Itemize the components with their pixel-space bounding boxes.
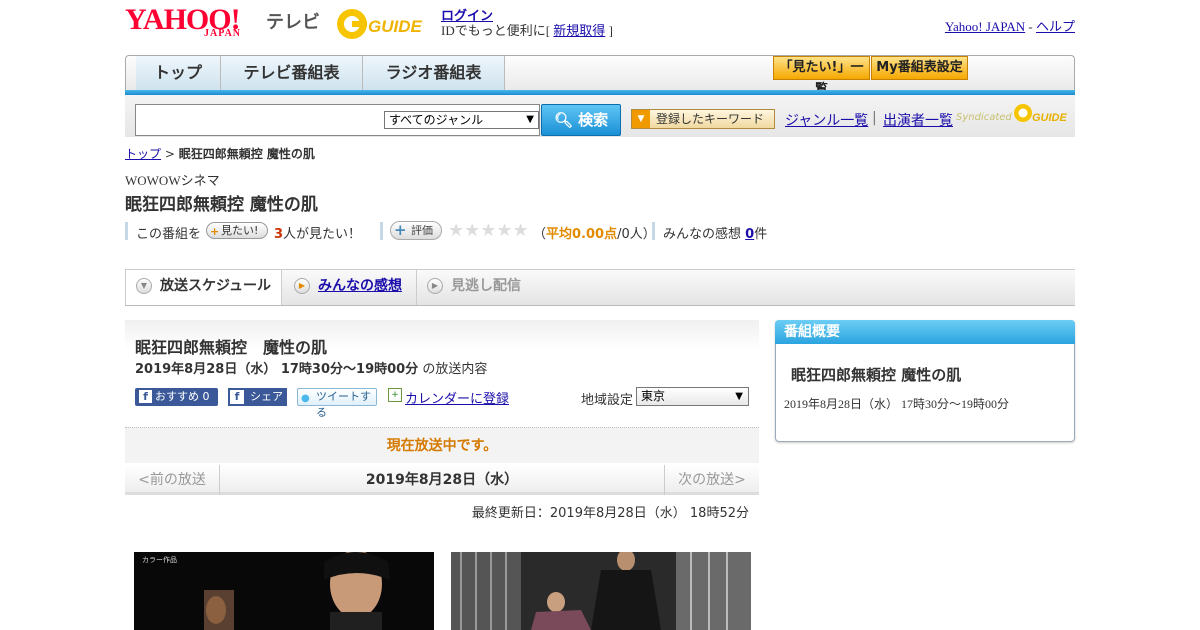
rate-button-label: 評価 [411, 224, 433, 237]
genre-list-link[interactable]: ジャンル一覧 [785, 110, 868, 130]
breadcrumb-top-link[interactable]: トップ [125, 147, 161, 161]
facebook-share-button[interactable]: f シェア [228, 388, 287, 406]
section-divider [125, 222, 128, 240]
region-select-value: 東京 [641, 389, 666, 403]
summary-program-title: 眠狂四郎無頼控 魔性の肌 [791, 366, 962, 384]
syndicated-label: Syndicated [956, 112, 1012, 123]
syndicated-gguide-logo: GUIDE [1014, 104, 1068, 124]
next-broadcast-link[interactable]: 次の放送> [664, 465, 759, 495]
review-label: みんなの感想 [663, 227, 742, 242]
calendar-register-link[interactable]: + カレンダーに登録 [388, 388, 509, 407]
average-score: （平均0.00点/0人） [533, 223, 656, 242]
calendar-register-label: カレンダーに登録 [405, 392, 510, 407]
tab-broadcast-schedule[interactable]: ▼ 放送スケジュール [125, 270, 282, 305]
help-link[interactable]: ヘルプ [1036, 19, 1075, 34]
calendar-plus-icon: + [388, 388, 402, 402]
want-list-button[interactable]: 「見たい!」一覧 [773, 56, 870, 97]
average-score-label: 平均0.00点 [546, 227, 618, 242]
want-prefix-text: この番組を [136, 227, 202, 242]
twitter-bird-icon: ● [301, 393, 310, 404]
want-suffix: 人が見たい！ [283, 227, 362, 242]
broadcast-suffix: の放送内容 [422, 362, 488, 377]
summary-broadcast-time: 2019年8月28日（水） 17時30分～19時00分 [784, 397, 1010, 411]
last-updated: 最終更新日：2019年8月28日（水） 18時52分 [471, 506, 749, 521]
rate-button[interactable]: + 評価 [390, 221, 442, 240]
yahoo-japan-link[interactable]: Yahoo! JAPAN [945, 19, 1025, 34]
plus-icon: + [394, 221, 407, 239]
gguide-logo-text: GUIDE [368, 17, 423, 36]
breadcrumb-separator: > [161, 147, 179, 161]
previous-broadcast-link[interactable]: <前の放送 [125, 465, 220, 495]
search-icon: 🔍︎ [553, 111, 573, 129]
breadcrumb: トップ > 眠狂四郎無頼控 魔性の肌 [125, 145, 315, 162]
facebook-recommend-label: おすすめ 0 [155, 390, 210, 403]
tab-label: 放送スケジュール [160, 278, 272, 294]
my-schedule-settings-button[interactable]: My番組表設定 [871, 56, 968, 80]
average-open: （ [533, 227, 547, 242]
current-broadcast-date: 2019年8月28日（水） [365, 472, 519, 488]
link-separator: | [872, 110, 877, 126]
program-title: 眠狂四郎無頼控 魔性の肌 [135, 338, 328, 357]
gguide-logo: GUIDE [337, 9, 423, 39]
tab-reviews[interactable]: ▶ みんなの感想 [284, 270, 417, 305]
broadcast-datetime: 2019年8月28日（水） 17時30分～19時00分 [135, 362, 419, 377]
program-summary-heading: 番組概要 [775, 320, 1075, 344]
syndicated-logo-text: GUIDE [1032, 112, 1068, 124]
registered-keyword-label: 登録したキーワード [656, 112, 765, 126]
tab-label: 見逃し配信 [451, 278, 521, 294]
search-button[interactable]: 🔍︎ 検索 [541, 104, 621, 136]
facebook-recommend-button[interactable]: f おすすめ 0 [135, 388, 218, 406]
tv-logo-text: テレビ [266, 12, 320, 33]
registered-keyword-button[interactable]: ▼ 登録したキーワード [631, 109, 775, 129]
channel-name: WOWOWシネマ [125, 173, 220, 188]
program-still-image-2 [451, 552, 751, 630]
facebook-share-label: シェア [250, 390, 283, 403]
search-button-label: 検索 [578, 111, 609, 129]
cast-list-link[interactable]: 出演者一覧 [883, 110, 953, 130]
tab-missed-stream[interactable]: ▶ 見逃し配信 [417, 270, 537, 305]
breadcrumb-current: 眠狂四郎無頼控 魔性の肌 [178, 147, 315, 161]
genre-select[interactable]: すべてのジャンル ▼ [384, 111, 539, 129]
review-summary: みんなの感想 0件 [663, 223, 767, 242]
dropdown-arrow-icon: ▼ [526, 114, 534, 125]
page-title: 眠狂四郎無頼控 魔性の肌 [125, 195, 318, 215]
top-right-links: Yahoo! JAPAN - ヘルプ [945, 16, 1075, 35]
yahoo-japan-subtext: JAPAN [204, 28, 242, 39]
program-still-image-1: カラー作品 [134, 552, 434, 630]
region-select[interactable]: 東京 ▼ [636, 387, 749, 406]
login-sub-prefix: IDでもっと便利に[ [441, 23, 551, 38]
facebook-icon: f [139, 390, 152, 403]
chevron-down-icon: ▼ [136, 278, 152, 294]
plus-icon: + [210, 225, 220, 238]
nav-tab-top[interactable]: トップ [136, 56, 221, 90]
nav-tab-radio-schedule[interactable]: ラジオ番組表 [363, 56, 505, 90]
region-label: 地域設定 [581, 393, 634, 408]
photo-caption: カラー作品 [142, 555, 177, 564]
review-unit: 件 [754, 227, 768, 242]
tweet-button[interactable]: ● ツイートする [297, 388, 377, 419]
star-rating-icons: ★★★★★ [448, 220, 529, 241]
average-rest: /0人） [617, 227, 656, 242]
signup-link[interactable]: 新規取得 [553, 23, 605, 38]
tab-label[interactable]: みんなの感想 [318, 278, 402, 294]
program-broadcast-time: 2019年8月28日（水） 17時30分～19時00分 の放送内容 [135, 358, 487, 377]
dropdown-arrow-icon: ▼ [735, 391, 743, 402]
chevron-right-icon: ▶ [427, 278, 443, 294]
want-to-watch-button[interactable]: + 見たい! [206, 222, 268, 239]
review-count-link[interactable]: 0 [745, 227, 754, 242]
chevron-right-icon: ▶ [294, 278, 310, 294]
login-subtext: IDでもっと便利に[ 新規取得 ] [441, 20, 613, 39]
want-count: 3 [274, 227, 284, 242]
on-air-status: 現在放送中です。 [125, 427, 759, 463]
facebook-icon: f [230, 390, 244, 404]
want-button-label: 見たい! [221, 224, 259, 237]
login-sub-suffix: ] [608, 23, 613, 38]
link-separator: - [1028, 19, 1033, 34]
triangle-down-icon: ▼ [632, 110, 650, 128]
want-count-text: 3人が見たい！ [274, 223, 361, 242]
section-divider [380, 222, 383, 240]
section-divider [652, 222, 655, 240]
genre-select-value: すべてのジャンル [389, 113, 484, 127]
nav-tab-tv-schedule[interactable]: テレビ番組表 [221, 56, 363, 90]
